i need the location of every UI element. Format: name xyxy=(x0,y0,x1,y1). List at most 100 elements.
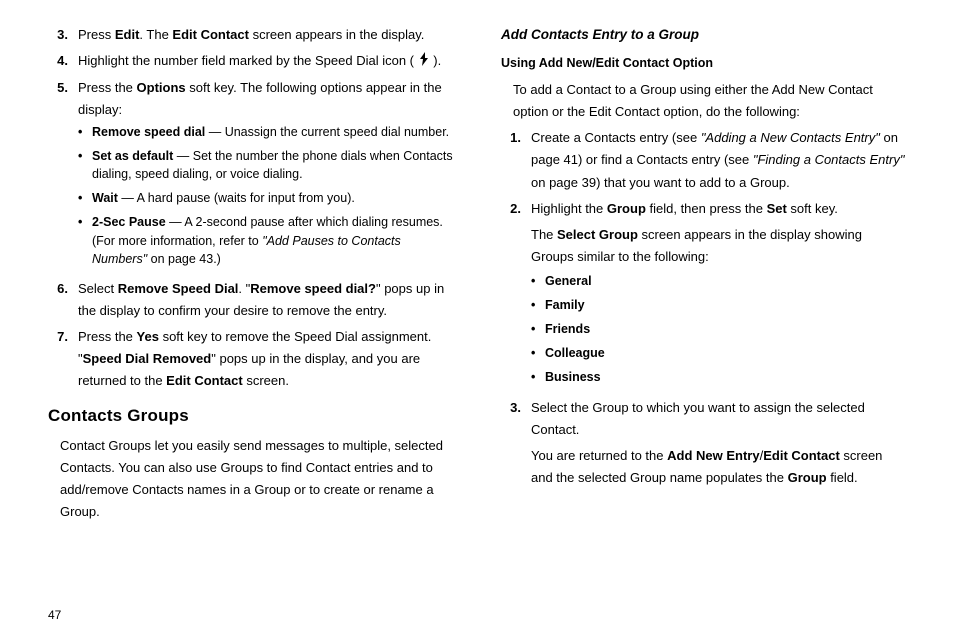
bold: General xyxy=(545,272,592,290)
bold: Friends xyxy=(545,320,590,338)
step-number: 4. xyxy=(48,50,78,73)
step-body: Press the Yes soft key to remove the Spe… xyxy=(78,326,453,392)
bold: Group xyxy=(788,470,827,485)
bullet-dot: • xyxy=(531,320,545,338)
text: Press the xyxy=(78,329,137,344)
bold: Wait xyxy=(92,191,118,205)
step-number: 1. xyxy=(501,127,531,193)
text: The xyxy=(531,227,557,242)
bold: Business xyxy=(545,368,601,386)
bullet-dot: • xyxy=(531,272,545,290)
step-3: 3. Press Edit. The Edit Contact screen a… xyxy=(48,24,453,46)
bullet-dot: • xyxy=(78,123,92,141)
paragraph: The Select Group screen appears in the d… xyxy=(531,224,906,268)
right-column: Add Contacts Entry to a Group Using Add … xyxy=(501,24,906,528)
reference: "Adding a New Contacts Entry" xyxy=(701,130,880,145)
paragraph: Contact Groups let you easily send messa… xyxy=(48,435,453,523)
subheading-using-add-new: Using Add New/Edit Contact Option xyxy=(501,53,906,74)
text: Highlight the number field marked by the… xyxy=(78,53,418,68)
text: screen. xyxy=(243,373,289,388)
speed-dial-icon xyxy=(418,51,430,73)
bullet-dot: • xyxy=(78,213,92,267)
step-6: 6. Select Remove Speed Dial. "Remove spe… xyxy=(48,278,453,322)
reference: "Finding a Contacts Entry" xyxy=(753,152,905,167)
bullet-item: •Friends xyxy=(531,320,906,338)
bold: Yes xyxy=(137,329,159,344)
bullet-item: •Family xyxy=(531,296,906,314)
bold: Set xyxy=(767,201,787,216)
bold: Select Group xyxy=(557,227,638,242)
bullet-item: • 2-Sec Pause — A 2-second pause after w… xyxy=(78,213,453,267)
step-body: Press the Options soft key. The followin… xyxy=(78,77,453,274)
text: Press the xyxy=(78,80,137,95)
page: 3. Press Edit. The Edit Contact screen a… xyxy=(0,0,954,538)
bullet-item: •General xyxy=(531,272,906,290)
text: — A hard pause (waits for input from you… xyxy=(118,191,355,205)
step-number: 2. xyxy=(501,198,531,393)
text: . " xyxy=(238,281,250,296)
text: Create a Contacts entry (see xyxy=(531,130,701,145)
bold: Edit Contact xyxy=(166,373,243,388)
step-body: Create a Contacts entry (see "Adding a N… xyxy=(531,127,906,193)
bullet-dot: • xyxy=(531,296,545,314)
bullet-dot: • xyxy=(531,344,545,362)
text: screen appears in the display. xyxy=(249,27,424,42)
text: . The xyxy=(139,27,172,42)
subheading-add-contacts-to-group: Add Contacts Entry to a Group xyxy=(501,24,906,47)
bullet-text: Set as default — Set the number the phon… xyxy=(92,147,453,183)
step-3: 3. Select the Group to which you want to… xyxy=(501,397,906,493)
bullet-item: • Set as default — Set the number the ph… xyxy=(78,147,453,183)
bold: Options xyxy=(137,80,186,95)
step-1: 1. Create a Contacts entry (see "Adding … xyxy=(501,127,906,193)
bullet-item: • Remove speed dial — Unassign the curre… xyxy=(78,123,453,141)
step-number: 7. xyxy=(48,326,78,392)
text: soft key. xyxy=(787,201,838,216)
paragraph: You are returned to the Add New Entry/Ed… xyxy=(531,445,906,489)
bold: Speed Dial Removed xyxy=(83,351,212,366)
bullet-text: 2-Sec Pause — A 2-second pause after whi… xyxy=(92,213,453,267)
step-number: 3. xyxy=(48,24,78,46)
text: field, then press the xyxy=(646,201,767,216)
paragraph: To add a Contact to a Group using either… xyxy=(501,79,906,123)
bullet-dot: • xyxy=(78,147,92,183)
bold: Remove speed dial? xyxy=(250,281,376,296)
step-2: 2. Highlight the Group field, then press… xyxy=(501,198,906,393)
page-number: 47 xyxy=(48,608,61,622)
bold: Group xyxy=(607,201,646,216)
bold: Remove speed dial xyxy=(92,125,205,139)
bullet-text: Wait — A hard pause (waits for input fro… xyxy=(92,189,355,207)
step-body: Highlight the Group field, then press th… xyxy=(531,198,906,393)
bullet-item: • Wait — A hard pause (waits for input f… xyxy=(78,189,453,207)
paragraph: Highlight the Group field, then press th… xyxy=(531,198,906,220)
bullet-text: Remove speed dial — Unassign the current… xyxy=(92,123,449,141)
step-7: 7. Press the Yes soft key to remove the … xyxy=(48,326,453,392)
step-5: 5. Press the Options soft key. The follo… xyxy=(48,77,453,274)
text: — Unassign the current speed dial number… xyxy=(205,125,449,139)
bullet-dot: • xyxy=(78,189,92,207)
bold: Edit xyxy=(115,27,140,42)
paragraph: Select the Group to which you want to as… xyxy=(531,397,906,441)
text: on page 43.) xyxy=(147,252,221,266)
bullet-dot: • xyxy=(531,368,545,386)
text: Press xyxy=(78,27,115,42)
text: Select xyxy=(78,281,118,296)
text: field. xyxy=(827,470,858,485)
left-column: 3. Press Edit. The Edit Contact screen a… xyxy=(48,24,453,528)
bold: Colleague xyxy=(545,344,605,362)
step-4: 4. Highlight the number field marked by … xyxy=(48,50,453,73)
text: on page 39) that you want to add to a Gr… xyxy=(531,175,790,190)
bullet-list: • Remove speed dial — Unassign the curre… xyxy=(78,123,453,268)
bold: 2-Sec Pause xyxy=(92,215,166,229)
bullet-item: •Colleague xyxy=(531,344,906,362)
section-heading-contacts-groups: Contacts Groups xyxy=(48,402,453,431)
text: Highlight the xyxy=(531,201,607,216)
bold: Set as default xyxy=(92,149,173,163)
step-number: 3. xyxy=(501,397,531,493)
bold: Edit Contact xyxy=(172,27,249,42)
step-body: Highlight the number field marked by the… xyxy=(78,50,453,73)
bold: Family xyxy=(545,296,585,314)
bold: Edit Contact xyxy=(763,448,840,463)
text: You are returned to the xyxy=(531,448,667,463)
bullet-item: •Business xyxy=(531,368,906,386)
bold: Add New Entry xyxy=(667,448,759,463)
